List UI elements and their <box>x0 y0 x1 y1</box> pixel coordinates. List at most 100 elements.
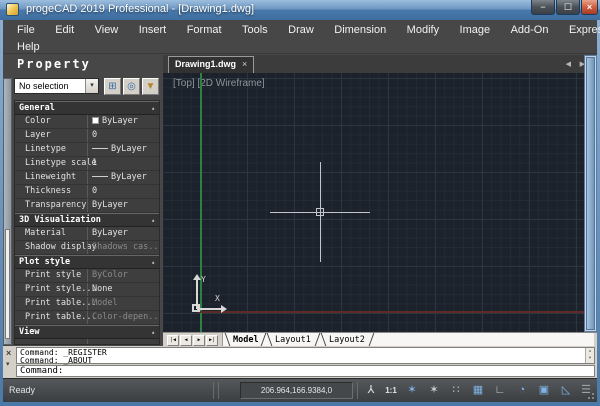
menu-bar: File Edit View Insert Format Tools Draw … <box>3 20 597 54</box>
esnap-marker-icon[interactable]: ⅄ <box>361 382 381 400</box>
menu-row-2: Help <box>3 37 597 54</box>
tab-prev-button[interactable]: ◀ <box>180 335 192 346</box>
chevron-down-icon[interactable]: ▾ <box>6 360 10 368</box>
property-row-print-table-2[interactable]: Print table... Color-depen... <box>15 311 159 325</box>
filter-button[interactable]: ▼ <box>142 78 159 95</box>
menu-insert[interactable]: Insert <box>131 22 175 39</box>
section-header-view[interactable]: View ▴ <box>15 325 159 339</box>
scroll-down-icon[interactable]: ▾ <box>586 355 594 362</box>
tab-model[interactable]: Model <box>233 334 259 346</box>
command-line-area: × ▾ Command: _REGISTER Command: _ABOUT ▴… <box>3 346 597 378</box>
ucs-x-arrowhead <box>221 305 227 313</box>
canvas-vertical-scrollbar[interactable] <box>584 55 597 332</box>
section-header-plot-style[interactable]: Plot style ▴ <box>15 255 159 269</box>
app-icon <box>6 3 19 16</box>
collapse-icon[interactable]: ▴ <box>151 256 155 269</box>
menu-dimension[interactable]: Dimension <box>326 22 394 39</box>
grid-icon[interactable]: ∷ <box>446 382 466 400</box>
scrollbar-thumb[interactable] <box>586 57 595 330</box>
command-history-line: Command: _ABOUT <box>20 357 584 365</box>
chevron-down-icon[interactable]: ▾ <box>85 79 98 93</box>
close-icon[interactable]: × <box>242 59 247 69</box>
quick-select-button[interactable]: ◎ <box>123 78 140 95</box>
property-panel-scrollbar[interactable] <box>3 78 12 345</box>
property-grid: General ▴ Color ByLayer Layer 0 Linetype… <box>14 100 160 345</box>
y-axis-line <box>200 73 202 332</box>
zoom-ratio-label[interactable]: 1:1 <box>381 382 401 400</box>
property-row-print-table[interactable]: Print table... Model <box>15 297 159 311</box>
drawing-canvas[interactable]: [Top] [2D Wireframe] Y X <box>163 73 584 332</box>
collapse-icon[interactable]: ▴ <box>151 214 155 227</box>
menu-format[interactable]: Format <box>179 22 230 39</box>
property-row-print-style-2[interactable]: Print style... None <box>15 283 159 297</box>
polar-tracking-icon[interactable]: ✶ <box>424 382 444 400</box>
ucs-y-arrowhead <box>193 274 201 280</box>
property-row-thickness[interactable]: Thickness 0 <box>15 185 159 199</box>
selection-dropdown[interactable]: No selection ▾ <box>14 78 99 94</box>
command-input[interactable]: Command: <box>16 365 595 377</box>
tab-last-button[interactable]: ▶| <box>206 335 218 346</box>
menu-tools[interactable]: Tools <box>234 22 276 39</box>
ortho-icon[interactable]: ∟ <box>490 382 510 400</box>
resize-grip[interactable] <box>587 392 595 400</box>
menu-help[interactable]: Help <box>9 39 48 56</box>
history-scrollbar[interactable]: ▴ ▾ <box>585 348 594 363</box>
collapse-icon[interactable]: ▴ <box>151 102 155 115</box>
coordinates-display[interactable]: 206.964,166.9384,0 <box>240 382 353 399</box>
section-header-3d-visualization[interactable]: 3D Visualization ▴ <box>15 213 159 227</box>
scroll-up-icon[interactable]: ▴ <box>586 348 594 355</box>
menu-addon[interactable]: Add-On <box>503 22 557 39</box>
viewport-label[interactable]: [Top] [2D Wireframe] <box>173 78 265 89</box>
dynamic-input-icon[interactable]: ◺ <box>556 382 576 400</box>
tab-scroll-left-icon[interactable]: ◀ <box>566 60 571 68</box>
status-bar: Ready 206.964,166.9384,0 ⅄ 1:1 ✶ ✶ ∷ ▦ ∟… <box>3 378 597 402</box>
layout-tab-bar: |◀ ◀ ▶ ▶| Model Layout1 Layout2 <box>163 332 597 346</box>
menu-image[interactable]: Image <box>452 22 499 39</box>
property-row-lineweight[interactable]: Lineweight ByLayer <box>15 171 159 185</box>
section-header-general[interactable]: General ▴ <box>15 101 159 115</box>
menu-draw[interactable]: Draw <box>280 22 322 39</box>
property-row-linetype-scale[interactable]: Linetype scale 1 <box>15 157 159 171</box>
maximize-button[interactable]: ☐ <box>556 0 580 15</box>
x-axis-line <box>198 311 584 313</box>
lineweight-toggle-icon[interactable]: ▣ <box>534 382 554 400</box>
property-row-transparency[interactable]: Transparency ByLayer <box>15 199 159 213</box>
tab-next-button[interactable]: ▶ <box>193 335 205 346</box>
collapse-icon[interactable]: ▴ <box>151 326 155 339</box>
window-title: progeCAD 2019 Professional - [Drawing1.d… <box>26 3 254 15</box>
property-row-shadow-display[interactable]: Shadow display Shadows cas... <box>15 241 159 255</box>
property-row-clipped <box>15 339 159 345</box>
property-row-layer[interactable]: Layer 0 <box>15 129 159 143</box>
document-tab-bar: Drawing1.dwg× ◀ ▶ <box>163 55 597 73</box>
ucs-x-label: X <box>215 294 220 303</box>
snap-icon[interactable]: ▦ <box>468 382 488 400</box>
tab-layout2[interactable]: Layout2 <box>329 334 365 346</box>
menu-modify[interactable]: Modify <box>399 22 447 39</box>
close-icon[interactable]: × <box>6 348 11 358</box>
property-row-linetype[interactable]: Linetype ByLayer <box>15 143 159 157</box>
property-row-color[interactable]: Color ByLayer <box>15 115 159 129</box>
close-button[interactable]: × <box>581 0 598 15</box>
menu-express[interactable]: Express <box>561 22 600 39</box>
menu-edit[interactable]: Edit <box>47 22 82 39</box>
property-row-print-style[interactable]: Print style ByColor <box>15 269 159 283</box>
tab-drawing1[interactable]: Drawing1.dwg× <box>168 56 254 73</box>
scrollbar-thumb[interactable] <box>5 229 10 339</box>
entity-snap-icon[interactable]: ✶ <box>402 382 422 400</box>
select-objects-button[interactable]: ⊞ <box>104 78 121 95</box>
tab-layout1[interactable]: Layout1 <box>275 334 311 346</box>
title-bar[interactable]: progeCAD 2019 Professional - [Drawing1.d… <box>0 0 600 20</box>
app-window: progeCAD 2019 Professional - [Drawing1.d… <box>0 0 600 406</box>
minimize-button[interactable]: − <box>531 0 555 15</box>
property-row-material[interactable]: Material ByLayer <box>15 227 159 241</box>
linetype-sample-line <box>92 148 108 149</box>
command-history-line: Command: _REGISTER <box>20 349 584 357</box>
tab-first-button[interactable]: |◀ <box>167 335 179 346</box>
status-message: Ready <box>9 385 35 395</box>
command-history[interactable]: Command: _REGISTER Command: _ABOUT ▴ ▾ <box>16 347 595 364</box>
menu-view[interactable]: View <box>87 22 127 39</box>
property-panel-title: Property <box>17 57 91 71</box>
dynamic-ucs-icon[interactable]: ◔ <box>512 382 532 400</box>
lineweight-sample-line <box>92 176 108 177</box>
layout-tab-strip: Model Layout1 Layout2 <box>222 333 594 347</box>
